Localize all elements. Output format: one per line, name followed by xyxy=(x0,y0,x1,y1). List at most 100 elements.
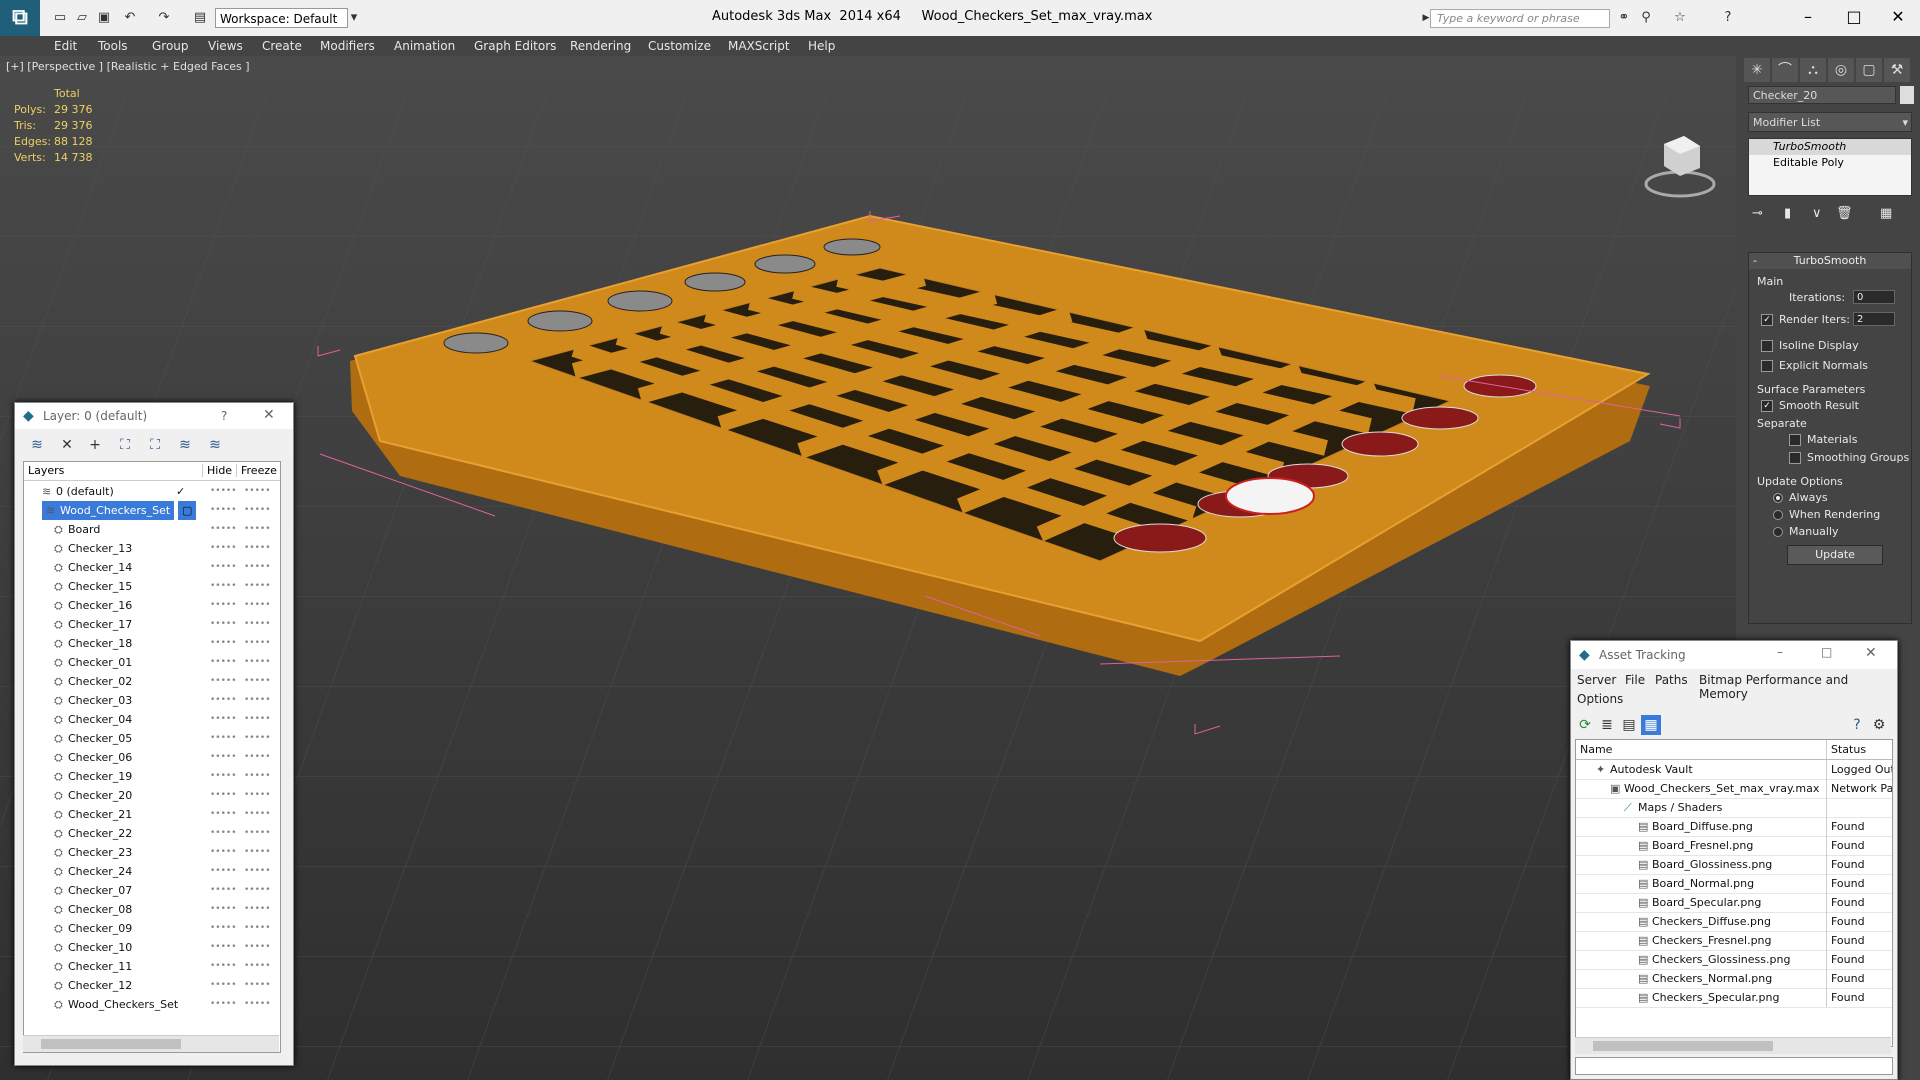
menu-edit[interactable]: Edit xyxy=(54,39,77,53)
layer-close-button[interactable]: ✕ xyxy=(263,407,275,423)
layer-freeze-toggle[interactable]: ••••• xyxy=(244,805,271,824)
render-iters-checkbox[interactable]: ✓ xyxy=(1761,314,1773,326)
layer-freeze-toggle[interactable]: ••••• xyxy=(244,615,271,634)
layer-table[interactable]: Layers Hide Freeze ≋ 0 (default) ••••• ••••… xyxy=(23,461,281,1053)
star-icon[interactable]: ☆ xyxy=(1672,10,1688,26)
asset-dialog-titlebar[interactable]: ◆ Asset Tracking – □ ✕ xyxy=(1571,641,1897,669)
asset-horizontal-scrollbar[interactable] xyxy=(1575,1037,1891,1054)
layer-hide-toggle[interactable]: ••••• xyxy=(210,862,237,881)
layer-freeze-toggle[interactable]: ••••• xyxy=(244,482,271,501)
select-layer-icon[interactable]: ⛶ xyxy=(145,435,165,455)
layer-freeze-toggle[interactable]: ••••• xyxy=(244,634,271,653)
layer-hide-toggle[interactable]: ••••• xyxy=(210,881,237,900)
help-icon[interactable]: ? xyxy=(1720,10,1736,26)
menu-graph-editors[interactable]: Graph Editors xyxy=(474,39,556,53)
layer-freeze-toggle[interactable]: ••••• xyxy=(244,995,271,1014)
layer-freeze-toggle[interactable]: ••••• xyxy=(244,843,271,862)
asset-row[interactable]: ▣ Wood_Checkers_Set_max_vray.max Network P… xyxy=(1576,779,1892,799)
utilities-tab-icon[interactable]: ⚒ xyxy=(1884,58,1910,82)
make-unique-icon[interactable]: ∨ xyxy=(1812,206,1822,221)
layer-freeze-toggle[interactable]: ••••• xyxy=(244,501,271,520)
menu-views[interactable]: Views xyxy=(208,39,243,53)
layer-row[interactable]: ⛭ Checker_19 ••••• ••••• xyxy=(24,767,280,786)
update-when-rendering-radio[interactable] xyxy=(1773,510,1783,520)
layer-hide-toggle[interactable]: ••••• xyxy=(210,577,237,596)
asset-row[interactable]: ▤ Board_Specular.png Found xyxy=(1576,893,1892,913)
object-color-swatch[interactable] xyxy=(1900,86,1914,104)
update-always-radio[interactable] xyxy=(1773,493,1783,503)
layer-freeze-toggle[interactable]: ••••• xyxy=(244,539,271,558)
render-iters-spinner[interactable]: 2 xyxy=(1853,312,1895,326)
materials-checkbox[interactable] xyxy=(1789,434,1801,446)
asset-row[interactable]: ▤ Checkers_Fresnel.png Found xyxy=(1576,931,1892,951)
layer-row[interactable]: ⛭ Checker_24 ••••• ••••• xyxy=(24,862,280,881)
layer-row[interactable]: ⛭ Checker_07 ••••• ••••• xyxy=(24,881,280,900)
asset-row[interactable]: ▤ Checkers_Normal.png Found xyxy=(1576,969,1892,989)
layer-row[interactable]: ⛭ Checker_23 ••••• ••••• xyxy=(24,843,280,862)
iterations-spinner[interactable]: 0 xyxy=(1853,290,1895,304)
asset-row[interactable]: ▤ Checkers_Specular.png Found xyxy=(1576,988,1892,1008)
layer-freeze-toggle[interactable]: ••••• xyxy=(244,881,271,900)
layer-hide-toggle[interactable]: ••••• xyxy=(210,596,237,615)
maximize-button[interactable]: □ xyxy=(1834,4,1874,30)
asset-table[interactable]: Name Status ✦ Autodesk Vault Logged Out ▣ Wo… xyxy=(1575,739,1893,1047)
layer-row[interactable]: ⛭ Checker_06 ••••• ••••• xyxy=(24,748,280,767)
update-manually-radio[interactable] xyxy=(1773,527,1783,537)
layer-row[interactable]: ⛭ Board ••••• ••••• xyxy=(24,520,280,539)
layer-row[interactable]: ⛭ Checker_05 ••••• ••••• xyxy=(24,729,280,748)
layer-row[interactable]: ⛭ Checker_01 ••••• ••••• xyxy=(24,653,280,672)
menu-tools[interactable]: Tools xyxy=(98,39,128,53)
layer-freeze-toggle[interactable]: ••••• xyxy=(244,520,271,539)
menu-group[interactable]: Group xyxy=(152,39,189,53)
layer-hide-toggle[interactable]: ••••• xyxy=(210,691,237,710)
stack-item-editable-poly[interactable]: Editable Poly xyxy=(1749,155,1911,171)
asset-menu-server[interactable]: Server xyxy=(1577,673,1616,687)
layer-freeze-toggle[interactable]: ••••• xyxy=(244,767,271,786)
layer-hide-toggle[interactable]: ••••• xyxy=(210,919,237,938)
asset-maximize-button[interactable]: □ xyxy=(1821,645,1832,659)
search-input[interactable]: Type a keyword or phrase xyxy=(1430,9,1610,28)
layer-freeze-toggle[interactable]: ••••• xyxy=(244,558,271,577)
layer-hide-toggle[interactable]: ••••• xyxy=(210,843,237,862)
list-view-icon[interactable]: ≣ xyxy=(1597,715,1617,735)
asset-settings-icon[interactable]: ⚙ xyxy=(1869,715,1889,735)
layer-freeze-toggle[interactable]: ••••• xyxy=(244,653,271,672)
layer-hide-toggle[interactable]: ••••• xyxy=(210,558,237,577)
create-layer-icon[interactable]: ≋ xyxy=(27,435,47,455)
remove-modifier-icon[interactable]: 🗑 xyxy=(1836,206,1853,221)
save-file-icon[interactable]: ▣ xyxy=(96,10,112,26)
layer-freeze-toggle[interactable]: ••••• xyxy=(244,710,271,729)
layer-dialog-titlebar[interactable]: ◆ Layer: 0 (default) ? ✕ xyxy=(15,403,293,429)
layer-row[interactable]: ⛭ Checker_21 ••••• ••••• xyxy=(24,805,280,824)
object-name-field[interactable]: Checker_20 xyxy=(1748,86,1896,104)
layer-freeze-toggle[interactable]: ••••• xyxy=(244,691,271,710)
layer-freeze-toggle[interactable]: ••••• xyxy=(244,919,271,938)
set-current-layer-icon[interactable]: ≋ xyxy=(175,435,195,455)
layer-row[interactable]: ⛭ Checker_10 ••••• ••••• xyxy=(24,938,280,957)
layer-row[interactable]: ⛭ Checker_03 ••••• ••••• xyxy=(24,691,280,710)
layer-help-button[interactable]: ? xyxy=(221,409,227,423)
layer-row[interactable]: ⛭ Checker_16 ••••• ••••• xyxy=(24,596,280,615)
layer-hide-toggle[interactable]: ••••• xyxy=(210,767,237,786)
table-view-icon[interactable]: ▦ xyxy=(1641,715,1661,735)
layer-hide-toggle[interactable]: ••••• xyxy=(210,501,237,520)
layer-row[interactable]: ⛭ Checker_18 ••••• ••••• xyxy=(24,634,280,653)
project-folder-icon[interactable]: ▤ xyxy=(192,10,208,26)
layer-freeze-toggle[interactable]: ••••• xyxy=(244,577,271,596)
layer-freeze-toggle[interactable]: ••••• xyxy=(244,729,271,748)
layer-row[interactable]: ⛭ Checker_09 ••••• ••••• xyxy=(24,919,280,938)
layer-freeze-toggle[interactable]: ••••• xyxy=(244,786,271,805)
minimize-button[interactable]: – xyxy=(1788,4,1828,30)
stack-item-turbosmooth[interactable]: TurboSmooth xyxy=(1749,139,1911,155)
asset-row[interactable]: ▤ Board_Glossiness.png Found xyxy=(1576,855,1892,875)
layer-hide-toggle[interactable]: ••••• xyxy=(210,482,237,501)
viewport-label[interactable]: [+] [Perspective ] [Realistic + Edged Fa… xyxy=(6,60,250,73)
app-logo-icon[interactable]: ⧉ xyxy=(0,0,40,36)
asset-row[interactable]: ▤ Board_Fresnel.png Found xyxy=(1576,836,1892,856)
asset-close-button[interactable]: ✕ xyxy=(1865,645,1877,661)
hide-all-layers-icon[interactable]: ≋ xyxy=(205,435,225,455)
modify-tab-icon[interactable]: ⌒ xyxy=(1772,58,1798,82)
layer-row[interactable]: ⛭ Checker_20 ••••• ••••• xyxy=(24,786,280,805)
layer-hide-toggle[interactable]: ••••• xyxy=(210,976,237,995)
layer-row[interactable]: ⛭ Checker_15 ••••• ••••• xyxy=(24,577,280,596)
